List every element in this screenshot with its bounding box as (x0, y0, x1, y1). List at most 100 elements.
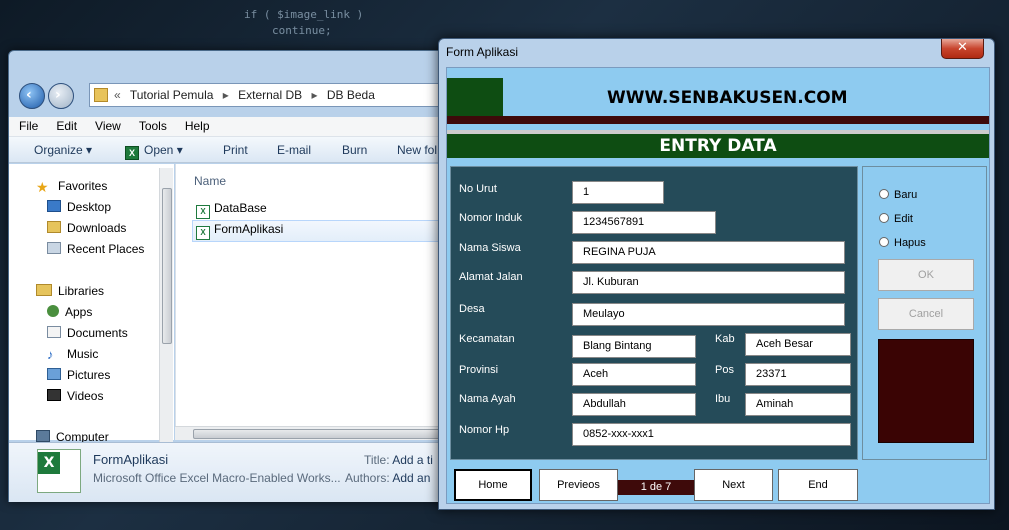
menu-help[interactable]: Help (175, 117, 218, 133)
hscroll-thumb[interactable] (193, 429, 443, 439)
nav-recent-places[interactable]: Recent Places (47, 242, 144, 256)
nav-recent-places-label: Recent Places (67, 242, 145, 256)
menu-tools[interactable]: Tools (129, 117, 175, 133)
previous-button[interactable]: Previeos (539, 469, 618, 501)
open-label: Open ▾ (144, 143, 183, 157)
input-pos[interactable]: 23371 (745, 363, 851, 386)
end-button[interactable]: End (778, 469, 858, 501)
input-desa[interactable]: Meulayo (572, 303, 845, 326)
input-provinsi[interactable]: Aceh (572, 363, 696, 386)
banner-logo-block (447, 78, 503, 116)
nav-music[interactable]: ♪ Music (47, 347, 99, 362)
title-value[interactable]: Add a ti (392, 453, 433, 467)
open-button[interactable]: X Open ▾ (125, 143, 183, 160)
star-icon: ★ (36, 179, 49, 195)
nav-pictures[interactable]: Pictures (47, 368, 110, 382)
label-no-urut: No Urut (459, 183, 497, 195)
authors-value[interactable]: Add an (392, 471, 430, 485)
input-no-urut[interactable]: 1 (572, 181, 664, 204)
print-button[interactable]: Print (223, 143, 248, 157)
label-nama-ayah: Nama Ayah (459, 393, 516, 405)
radio-hapus[interactable]: Hapus (879, 237, 926, 249)
breadcrumb: « Tutorial Pemula ▸ External DB ▸ DB Bed… (114, 88, 375, 102)
nav-scroll-thumb[interactable] (162, 188, 172, 344)
file-item-formaplikasi[interactable]: X FormAplikasi (192, 220, 442, 242)
page-indicator: 1 de 7 (618, 480, 694, 495)
label-provinsi: Provinsi (459, 364, 499, 376)
cancel-button[interactable]: Cancel (878, 298, 974, 330)
menu-view[interactable]: View (85, 117, 129, 133)
forward-button[interactable]: › (48, 83, 74, 109)
file-list: Name X DataBase X FormAplikasi (175, 164, 447, 440)
music-icon: ♪ (47, 347, 54, 362)
breadcrumb-item[interactable]: Tutorial Pemula (130, 88, 214, 102)
menu-file[interactable]: File (9, 117, 46, 133)
radio-circle-icon (879, 237, 889, 247)
input-kecamatan[interactable]: Blang Bintang (572, 335, 696, 358)
nav-favorites-label: Favorites (58, 179, 108, 193)
radio-baru[interactable]: Baru (879, 189, 917, 201)
column-header-name[interactable]: Name (194, 174, 226, 188)
input-nomor-hp[interactable]: 0852-xxx-xxx1 (572, 423, 851, 446)
nav-scrollbar[interactable] (159, 168, 173, 442)
nav-desktop[interactable]: Desktop (47, 200, 111, 214)
libraries-icon (36, 284, 52, 296)
input-kab[interactable]: Aceh Besar (745, 333, 851, 356)
input-nama-ayah[interactable]: Abdullah (572, 393, 696, 416)
label-kecamatan: Kecamatan (459, 333, 515, 345)
nav-downloads-label: Downloads (67, 221, 127, 235)
file-item-database[interactable]: X DataBase (196, 201, 267, 219)
burn-button[interactable]: Burn (342, 143, 367, 157)
apps-icon (47, 305, 59, 317)
input-nomor-induk[interactable]: 1234567891 (572, 211, 716, 234)
details-pane: X FormAplikasi Microsoft Office Excel Ma… (9, 442, 447, 502)
nav-documents-label: Documents (67, 326, 128, 340)
nav-favorites[interactable]: ★ Favorites (36, 179, 108, 195)
file-list-hscrollbar[interactable] (175, 426, 447, 440)
ok-button[interactable]: OK (878, 259, 974, 291)
address-input[interactable]: « Tutorial Pemula ▸ External DB ▸ DB Bed… (89, 83, 444, 107)
label-alamat-jalan: Alamat Jalan (459, 271, 523, 283)
userform-body: WWW.SENBAKUSEN.COM ENTRY DATA No Urut 1 … (446, 67, 990, 504)
nav-pictures-label: Pictures (67, 368, 111, 382)
excel-file-icon: X (196, 205, 210, 219)
menu-edit[interactable]: Edit (46, 117, 85, 133)
label-desa: Desa (459, 303, 485, 315)
nav-libraries-label: Libraries (58, 284, 105, 298)
videos-icon (47, 389, 61, 401)
downloads-icon (47, 221, 61, 233)
nav-desktop-label: Desktop (67, 200, 112, 214)
email-button[interactable]: E-mail (277, 143, 311, 157)
entry-data-heading: ENTRY DATA (447, 134, 989, 158)
input-alamat-jalan[interactable]: Jl. Kuburan (572, 271, 845, 294)
nav-videos[interactable]: Videos (47, 389, 103, 403)
radio-hapus-label: Hapus (894, 237, 926, 249)
home-button[interactable]: Home (454, 469, 532, 501)
nav-apps[interactable]: Apps (47, 305, 92, 319)
back-button[interactable]: ‹ (19, 83, 45, 109)
arrow-right-icon: › (55, 87, 61, 103)
input-ibu[interactable]: Aminah (745, 393, 851, 416)
banner-stripe (447, 116, 989, 124)
new-folder-button[interactable]: New fol (397, 143, 437, 157)
file-name: FormAplikasi (214, 222, 284, 236)
close-button[interactable]: ✕ (941, 39, 984, 59)
menu-bar: File Edit View Tools Help (9, 117, 447, 137)
excel-file-icon: X (196, 226, 210, 240)
input-nama-siswa[interactable]: REGINA PUJA (572, 241, 845, 264)
details-file-type: Microsoft Office Excel Macro-Enabled Wor… (93, 471, 341, 485)
organize-button[interactable]: Organize ▾ (34, 143, 92, 157)
breadcrumb-item[interactable]: DB Beda (327, 88, 375, 102)
arrow-left-icon: ‹ (26, 87, 32, 103)
radio-circle-icon (879, 189, 889, 199)
nav-documents[interactable]: Documents (47, 326, 128, 340)
breadcrumb-item[interactable]: External DB (238, 88, 302, 102)
nav-music-label: Music (67, 347, 99, 361)
next-button[interactable]: Next (694, 469, 773, 501)
nav-downloads[interactable]: Downloads (47, 221, 126, 235)
code-line: if ( $image_link ) (244, 8, 364, 21)
nav-libraries[interactable]: Libraries (36, 284, 104, 298)
radio-edit[interactable]: Edit (879, 213, 913, 225)
photo-preview (878, 339, 974, 443)
window-title: Form Aplikasi (446, 45, 519, 59)
